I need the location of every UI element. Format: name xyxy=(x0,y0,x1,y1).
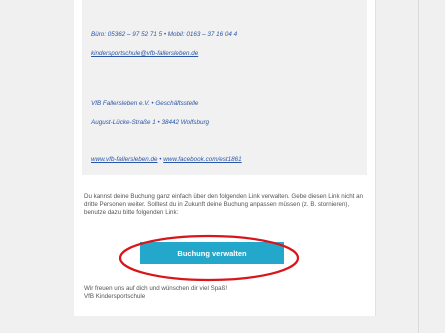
signature-links: www.vfb-fallersleben.de • www.facebook.c… xyxy=(91,156,242,164)
signature-email-link[interactable]: kindersportschule@vfb-fallersleben.de xyxy=(91,50,198,58)
signature-address: August-Lücke-Straße 1 • 38442 Wolfsburg xyxy=(91,119,210,126)
booking-info-text: Du kannst deine Buchung ganz einfach übe… xyxy=(84,193,363,217)
closing-block: Wir freuen uns auf dich und wünschen dir… xyxy=(84,285,227,300)
manage-booking-button[interactable]: Buchung verwalten xyxy=(140,242,284,264)
signature-phone: Büro: 05362 – 97 52 71 5 • Mobil: 0163 –… xyxy=(91,31,238,38)
signature-organization: VfB Fallersleben e.V. • Geschäftsstelle xyxy=(91,100,199,107)
email-body: Büro: 05362 – 97 52 71 5 • Mobil: 0163 –… xyxy=(74,0,376,316)
right-divider xyxy=(418,0,419,333)
facebook-link[interactable]: www.facebook.com/est1861 xyxy=(163,156,241,163)
email-view: Büro: 05362 – 97 52 71 5 • Mobil: 0163 –… xyxy=(0,0,445,333)
signature-block: Büro: 05362 – 97 52 71 5 • Mobil: 0163 –… xyxy=(82,0,367,175)
website-link[interactable]: www.vfb-fallersleben.de xyxy=(91,156,158,163)
closing-greeting: Wir freuen uns auf dich und wünschen dir… xyxy=(84,285,228,292)
closing-sender: VfB Kindersportschule xyxy=(84,292,146,300)
